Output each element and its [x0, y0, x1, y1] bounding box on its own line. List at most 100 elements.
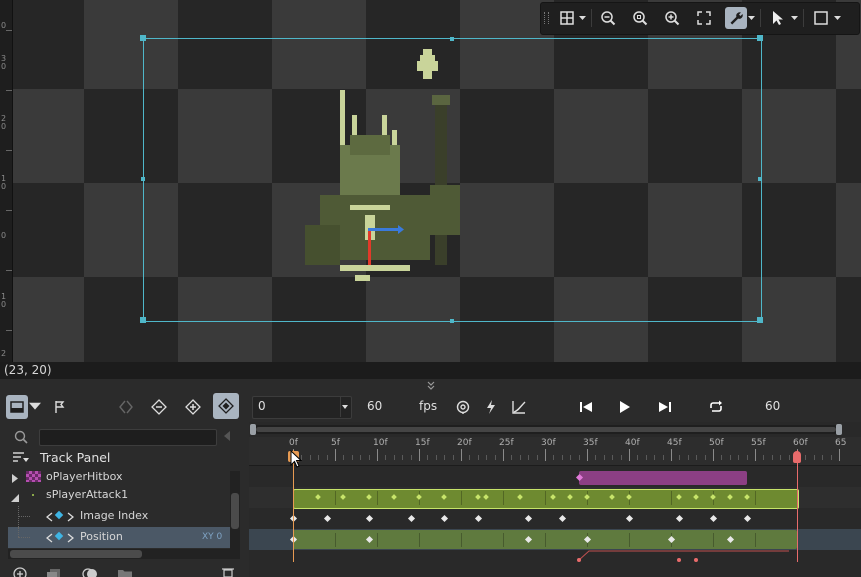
- prev-key-icon[interactable]: [45, 532, 53, 546]
- zoom-reset-icon[interactable]: [629, 7, 651, 29]
- loop-icon[interactable]: [707, 398, 725, 416]
- lane-image-index[interactable]: [249, 508, 861, 529]
- track-search-input[interactable]: [39, 429, 217, 446]
- timeline-tick-minor: [696, 455, 698, 460]
- timeline-zoom-thumb[interactable]: [256, 427, 836, 432]
- status-bar: [0, 362, 861, 379]
- zoom-out-icon[interactable]: [597, 7, 619, 29]
- speed-icon[interactable]: [454, 398, 472, 416]
- bbox-handle-top[interactable]: [450, 37, 454, 41]
- frame-gridline: [545, 491, 546, 505]
- collapse-chevron-icon[interactable]: [426, 380, 436, 390]
- player-sprite[interactable]: [300, 45, 470, 290]
- bbox-handle-tr[interactable]: [757, 35, 763, 41]
- bbox-handle-bl[interactable]: [140, 317, 146, 323]
- square-icon[interactable]: [810, 7, 832, 29]
- panel-view-button[interactable]: [6, 395, 28, 419]
- fps-value[interactable]: 60: [367, 399, 382, 413]
- grid-icon[interactable]: [556, 7, 578, 29]
- track-row-image-index[interactable]: Image Index: [8, 506, 230, 527]
- panel-view-dropdown-arrow[interactable]: [29, 395, 41, 419]
- zoom-in-icon[interactable]: [661, 7, 683, 29]
- next-key-icon[interactable]: [67, 511, 75, 525]
- track-label: sPlayerAttack1: [46, 488, 129, 501]
- vscroll-thumb[interactable]: [231, 493, 239, 529]
- bbox-handle-right[interactable]: [758, 177, 762, 181]
- fit-screen-icon[interactable]: [693, 7, 715, 29]
- hscroll-thumb[interactable]: [10, 550, 142, 558]
- track-row-splayerattack1[interactable]: sPlayerAttack1: [8, 485, 230, 506]
- frame-gridline: [713, 533, 714, 547]
- frame-dropdown-arrow[interactable]: [340, 397, 350, 417]
- zoom-handle-left[interactable]: [250, 424, 256, 435]
- current-frame-input[interactable]: [252, 396, 352, 419]
- add-keyframe-icon[interactable]: [181, 395, 205, 419]
- search-arrow-icon[interactable]: [222, 430, 232, 442]
- curve-graph-icon[interactable]: [510, 398, 528, 416]
- panel-splitter[interactable]: [0, 379, 861, 391]
- bbox-handle-tl[interactable]: [140, 35, 146, 41]
- timeline-tick-major: [461, 449, 462, 461]
- object-icon: [26, 471, 41, 482]
- end-marker-line[interactable]: [797, 450, 798, 562]
- timeline-tick-minor: [519, 455, 521, 460]
- filter-icon[interactable]: [13, 451, 29, 466]
- bbox-handle-br[interactable]: [757, 317, 763, 323]
- timeline-ruler-label: 50f: [709, 438, 724, 448]
- next-key-icon[interactable]: [67, 532, 75, 546]
- timeline-ruler-label: 20f: [457, 438, 472, 448]
- prev-key-icon[interactable]: [45, 511, 53, 525]
- cursor-icon[interactable]: [767, 7, 789, 29]
- split-keyframe-icon[interactable]: [114, 395, 138, 419]
- timeline-ruler-label: 10f: [373, 438, 388, 448]
- ruler-label: 0: [1, 62, 7, 71]
- remove-keyframe-icon[interactable]: [147, 395, 171, 419]
- wrench-dropdown-arrow[interactable]: [747, 7, 756, 29]
- folder-icon[interactable]: [117, 566, 133, 577]
- lane-oplayerhitbox[interactable]: [249, 466, 861, 487]
- ruler-label: 0: [1, 182, 7, 191]
- square-dropdown-arrow[interactable]: [833, 7, 842, 29]
- timeline-tick-minor: [612, 455, 614, 460]
- cursor-coordinates: (23, 20): [4, 363, 52, 377]
- skip-end-icon[interactable]: [656, 398, 674, 416]
- track-row-position[interactable]: Position XY 0: [8, 527, 230, 548]
- track-type-suffix: XY 0: [202, 532, 223, 542]
- track-bar[interactable]: [578, 471, 747, 485]
- expand-arrow-icon[interactable]: [12, 472, 19, 486]
- frame-gridline: [503, 533, 504, 547]
- record-keyframe-icon[interactable]: [213, 393, 239, 419]
- timeline-tick-minor: [528, 455, 530, 460]
- animation-length-value[interactable]: 60: [765, 399, 780, 413]
- flag-icon[interactable]: [48, 395, 72, 419]
- grip-icon[interactable]: [544, 12, 549, 24]
- lightning-icon[interactable]: [482, 398, 500, 416]
- track-label: Image Index: [80, 509, 149, 522]
- vertical-ruler: 0 3 0 2 0 1 0 0 1 0 2: [0, 0, 13, 362]
- duplicate-track-icon[interactable]: [46, 566, 62, 577]
- zoom-handle-right[interactable]: [836, 424, 842, 435]
- bbox-handle-left[interactable]: [141, 177, 145, 181]
- timeline-tick-minor: [603, 455, 605, 460]
- wrench-icon[interactable]: [725, 7, 747, 29]
- timeline-tick-minor: [360, 455, 362, 460]
- timeline-tick-minor: [738, 455, 740, 460]
- timeline-ruler-label: 15f: [415, 438, 430, 448]
- toggle-visibility-icon[interactable]: [82, 566, 98, 577]
- keyframe-diamond-icon[interactable]: [54, 510, 64, 520]
- timeline-tick-minor: [679, 455, 681, 460]
- skip-start-icon[interactable]: [577, 398, 595, 416]
- bbox-handle-bottom[interactable]: [450, 319, 454, 323]
- ruler-label: 0: [1, 300, 7, 309]
- add-track-icon[interactable]: [12, 566, 28, 577]
- keyframe-diamond-icon[interactable]: [54, 531, 64, 541]
- play-icon[interactable]: [615, 398, 633, 416]
- ruler-label: 2: [1, 349, 7, 358]
- delete-track-icon[interactable]: [220, 566, 236, 577]
- grid-dropdown-arrow[interactable]: [578, 7, 587, 29]
- collapse-arrow-icon[interactable]: [11, 491, 20, 505]
- timeline-tick-minor: [805, 455, 807, 460]
- timeline-tick-minor: [595, 455, 597, 460]
- end-marker-handle[interactable]: [793, 451, 801, 463]
- cursor-dropdown-arrow[interactable]: [790, 7, 799, 29]
